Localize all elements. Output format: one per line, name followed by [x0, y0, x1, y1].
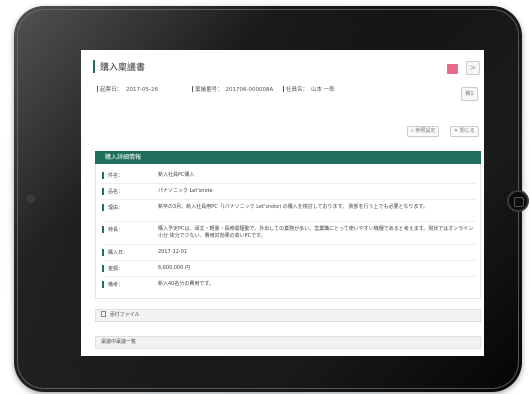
home-button[interactable]	[507, 190, 529, 212]
meta-employee-name: 社員名： 山本 一郎	[283, 85, 335, 93]
meta-request-number: 稟議番号： 201706-000008A	[192, 85, 273, 93]
detail-panel-header: 購入詳細情報	[95, 151, 481, 164]
camera-icon	[27, 195, 35, 203]
status-indicator	[447, 64, 458, 74]
close-icon: ✕	[454, 128, 459, 134]
attachments-section[interactable]: 添付ファイル	[95, 309, 481, 322]
page-title: 購入稟議書	[100, 63, 146, 73]
approval-list-section[interactable]: 稟議中稟議一覧	[95, 336, 481, 349]
close-button[interactable]: ✕ 閉じる	[450, 126, 479, 137]
meta-date: 起票日： 2017-05-26	[97, 85, 158, 93]
title-accent	[93, 60, 95, 73]
tablet-screen: 購入稟議書 > 起票日： 2017-05-26 稟議番号： 201706-00000…	[81, 50, 484, 356]
search-icon: ⌕	[411, 128, 414, 134]
detail-panel: 件名： 新入社員PC購入 品名： パナソニック Let'snote 理由： 新卒…	[95, 164, 481, 299]
file-icon	[101, 311, 106, 317]
next-button[interactable]: >	[466, 61, 480, 75]
reference-button[interactable]: ⌕ 参照設定	[407, 126, 440, 137]
side-button[interactable]: 我1	[461, 87, 478, 101]
tablet-device: 購入稟議書 > 起票日： 2017-05-26 稟議番号： 201706-00000…	[14, 6, 529, 392]
